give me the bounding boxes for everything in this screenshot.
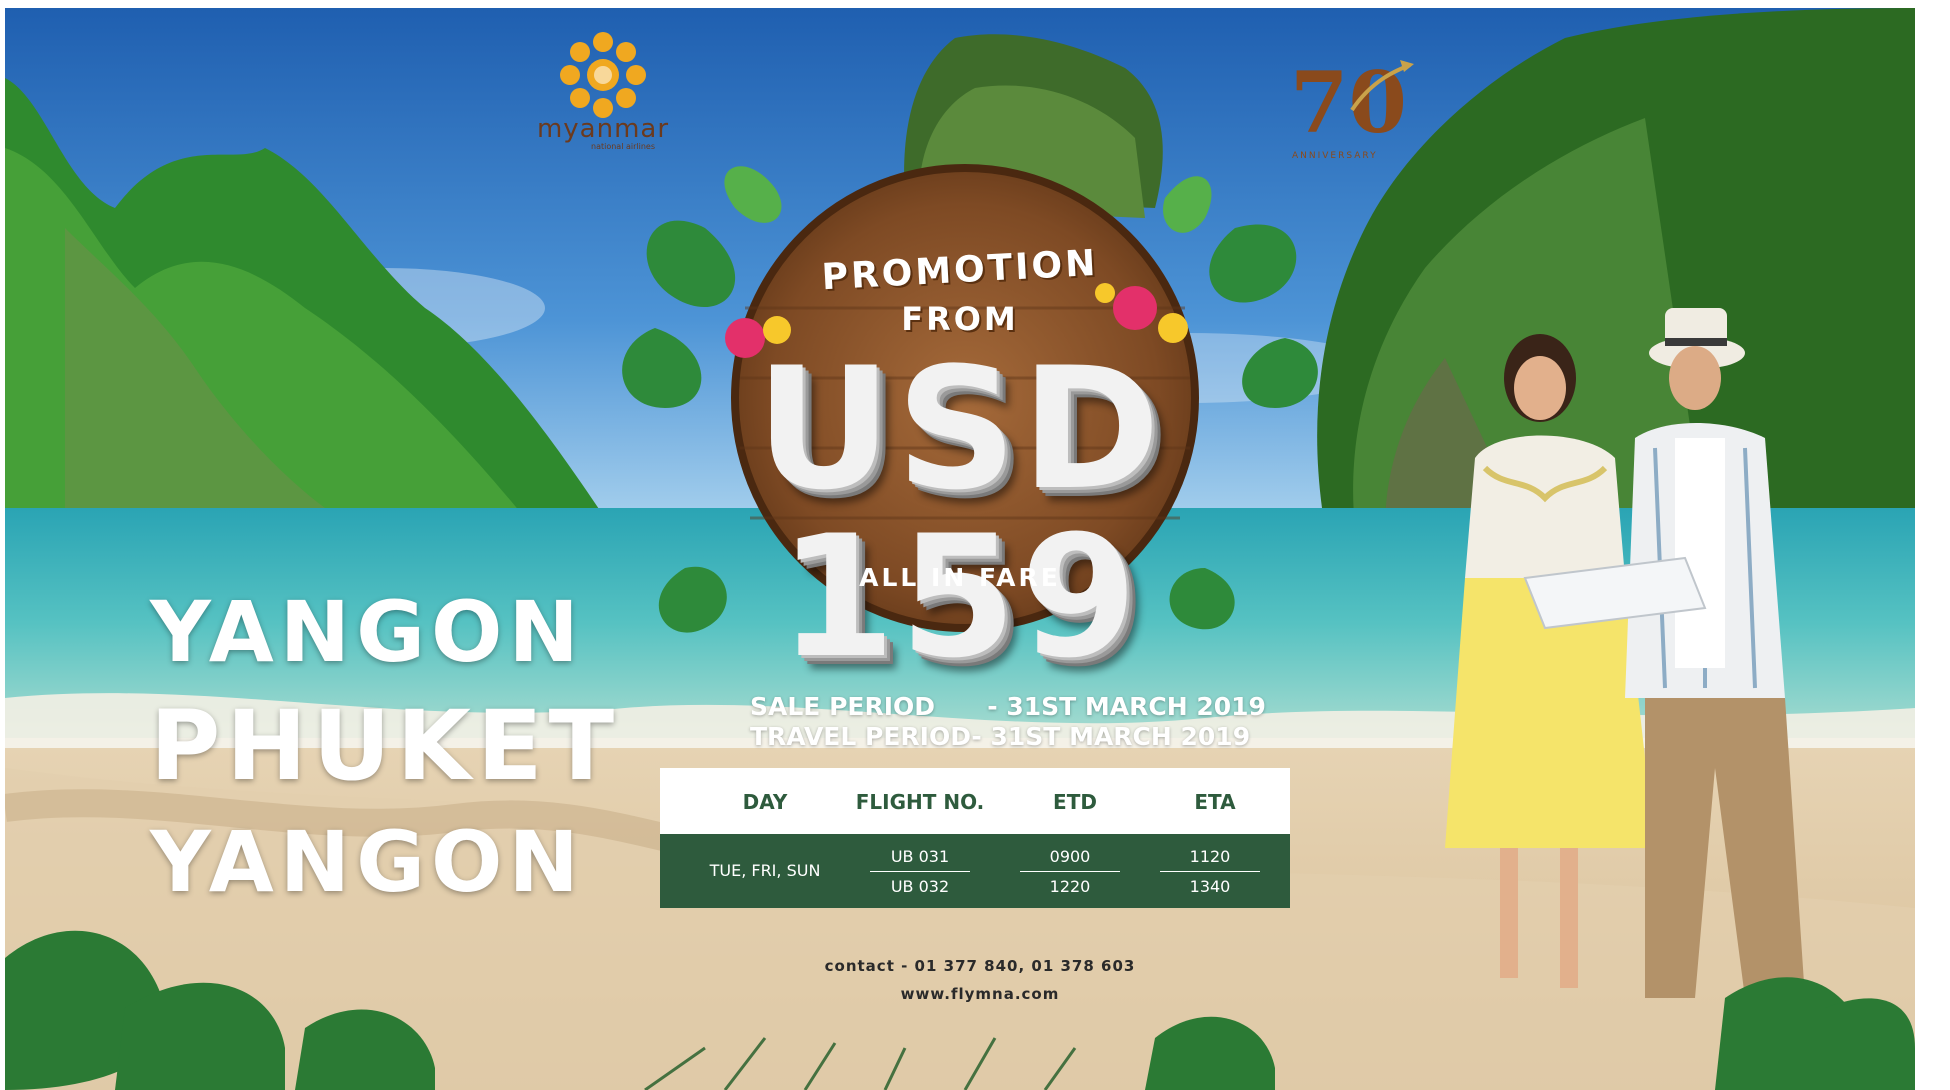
row-divider (870, 871, 970, 872)
cell-day: TUE, FRI, SUN (709, 861, 821, 880)
promotion-periods: SALE PERIOD - 31ST MARCH 2019 TRAVEL PER… (750, 692, 1310, 752)
travel-period: TRAVEL PERIOD- 31ST MARCH 2019 (750, 722, 1251, 751)
anniversary-badge-icon: 70 ANNIVERSARY (1290, 53, 1414, 161)
header-etd: ETD (1053, 790, 1097, 814)
promotion-price: USD 159 (755, 331, 1165, 695)
promotion-board: PROMOTION FROM USD 159 ALL IN FARE (600, 195, 1320, 681)
header-eta: ETA (1194, 790, 1236, 814)
flight-schedule-table: DAY FLIGHT NO. ETD ETA TUE, FRI, SUN UB … (660, 768, 1290, 908)
anniversary-logo: 70 ANNIVERSARY (1282, 40, 1422, 170)
contact-info: contact - 01 377 840, 01 378 603 www.fly… (760, 952, 1200, 1008)
route-list: YANGON PHUKET YANGON (150, 583, 621, 911)
route-destination: PHUKET (150, 690, 621, 802)
sale-period: SALE PERIOD - 31ST MARCH 2019 (750, 692, 1266, 721)
promotion-banner: myanmar national airlines 70 ANNIVERSARY… (0, 0, 1950, 1090)
cell-flight-2: UB 032 (890, 877, 950, 896)
route-return: YANGON (150, 813, 585, 911)
website-link[interactable]: www.flymna.com (760, 980, 1200, 1008)
airline-emblem-icon (560, 32, 646, 118)
anniversary-text: ANNIVERSARY (1292, 151, 1378, 161)
cell-eta-2: 1340 (1189, 877, 1231, 896)
cell-etd-1: 0900 (1049, 847, 1091, 866)
header-day: DAY (742, 790, 788, 814)
row-divider (1020, 871, 1120, 872)
contact-phone: contact - 01 377 840, 01 378 603 (824, 957, 1136, 975)
fare-note: ALL IN FARE (859, 563, 1061, 592)
route-origin: YANGON (150, 583, 585, 681)
cell-flight-1: UB 031 (890, 847, 950, 866)
cell-eta-1: 1120 (1189, 847, 1231, 866)
promotion-heading: PROMOTION (820, 242, 1100, 299)
row-divider (1160, 871, 1260, 872)
airline-name: myanmar (536, 114, 670, 144)
table-header: DAY FLIGHT NO. ETD ETA (660, 768, 1290, 834)
airline-logo: myanmar national airlines (528, 30, 678, 170)
anniversary-number: 70 (1290, 53, 1407, 152)
table-body: TUE, FRI, SUN UB 031 0900 1120 UB 032 12… (660, 834, 1290, 908)
header-flight-no: FLIGHT NO. (855, 790, 985, 814)
cell-etd-2: 1220 (1049, 877, 1091, 896)
